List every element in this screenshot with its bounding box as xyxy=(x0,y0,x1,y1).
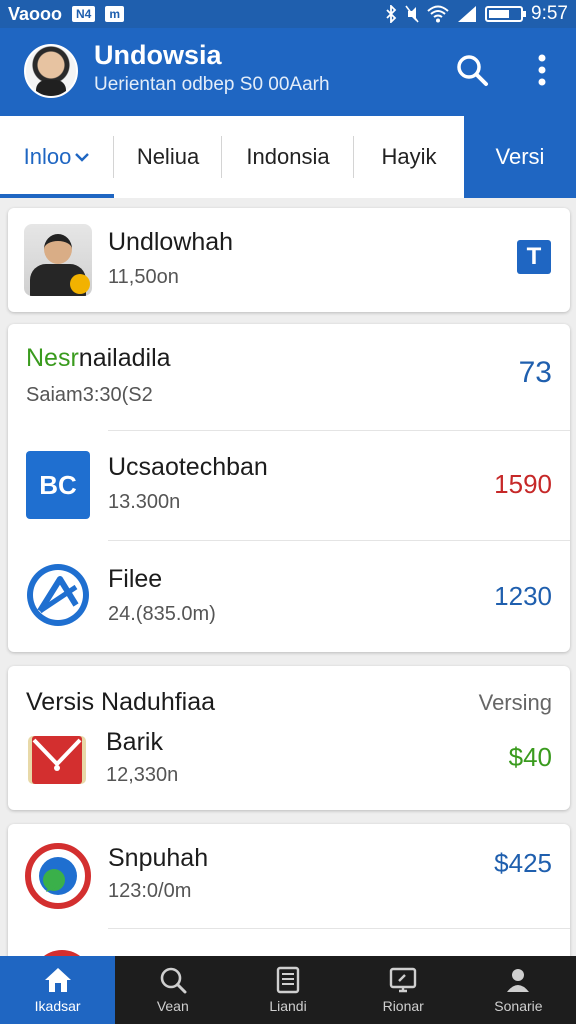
group-title-rest: nailadila xyxy=(78,344,171,372)
tab-label: Neliua xyxy=(136,144,200,169)
profile-card[interactable]: Undlowhah 11,50on T xyxy=(8,208,570,312)
divider xyxy=(108,928,570,929)
group-card-1: Nesrnailadila Saiam3:30(S2 73 BC Ucsaote… xyxy=(8,324,570,652)
group-title: Nesrnailadila xyxy=(26,344,171,373)
signal-icon xyxy=(458,6,477,22)
nav-label: Liandi xyxy=(269,998,307,1014)
document-icon xyxy=(276,966,300,994)
more-options-button[interactable] xyxy=(522,50,562,90)
text-badge-button[interactable]: T xyxy=(517,240,551,274)
nav-label: Sonarie xyxy=(494,998,543,1014)
status-chip: N4 xyxy=(72,6,96,22)
tab-label: Versi xyxy=(495,144,545,169)
file-transfer-icon xyxy=(27,564,89,626)
account-icon xyxy=(507,969,530,992)
nav-item-home[interactable]: Ikadsar xyxy=(0,956,116,1024)
nav-label: Rionar xyxy=(382,998,424,1014)
document-app-icon: BC xyxy=(26,451,90,519)
more-vert-icon xyxy=(538,54,546,86)
nav-item-screen[interactable]: Rionar xyxy=(346,956,461,1024)
tab-label: Hayik xyxy=(381,144,437,169)
battery-level xyxy=(489,10,509,18)
group-value: 73 xyxy=(518,356,552,389)
page-title: Undowsia xyxy=(94,40,222,70)
tab-bar: Inloo Neliua Indonsia Hayik Versi xyxy=(0,116,576,198)
nav-item-search[interactable]: Vean xyxy=(115,956,230,1024)
tab-neliua[interactable]: Neliua xyxy=(114,116,222,198)
search-icon xyxy=(457,55,488,86)
list-item[interactable]: Filee 24.(835.0m) 1230 xyxy=(8,541,570,651)
item-subtitle: 12,330n xyxy=(106,764,179,786)
chevron-down-icon xyxy=(75,153,90,162)
status-bar: Vaooo N4 m 9:57 xyxy=(0,0,576,28)
item-title: Barik xyxy=(106,728,163,756)
bottom-nav: Ikadsar Vean Liandi Rionar Sonarie xyxy=(0,956,576,1024)
item-subtitle: 24.(835.0m) xyxy=(108,603,216,625)
app-bar: Undowsia Uerientan odbep S0 00Aarh xyxy=(0,28,576,116)
item-title: Ucsaotechban xyxy=(108,453,268,481)
status-time: 9:57 xyxy=(531,3,568,24)
item-amount: $425 xyxy=(494,848,552,878)
nav-item-account[interactable]: Sonarie xyxy=(461,956,576,1024)
home-icon xyxy=(44,968,71,992)
group-right-label: Versing xyxy=(478,690,552,715)
group-subtitle: Saiam3:30(S2 xyxy=(26,384,153,406)
list-item[interactable]: BC Ucsaotechban 13.300n 1590 xyxy=(8,431,570,539)
nav-item-documents[interactable]: Liandi xyxy=(230,956,345,1024)
item-title: Filee xyxy=(108,565,163,593)
chat-app-icon xyxy=(25,843,91,909)
tab-label: Inloo xyxy=(23,144,72,169)
item-subtitle: 123:0/0m xyxy=(108,880,192,902)
item-subtitle: 13.300n xyxy=(108,491,181,513)
tab-hayik[interactable]: Hayik xyxy=(354,116,464,198)
group-title-text: Naduhfiaa xyxy=(101,688,216,716)
search-icon xyxy=(160,967,187,994)
avatar[interactable] xyxy=(24,44,78,98)
item-title: Undlowhah xyxy=(108,228,234,256)
badge-letter: T xyxy=(526,243,542,270)
item-amount: 1590 xyxy=(494,469,552,499)
group-left-label: Versis xyxy=(26,688,95,716)
nav-label: Ikadsar xyxy=(34,998,81,1014)
item-subtitle: 11,50on xyxy=(108,266,179,288)
battery-icon xyxy=(485,6,527,22)
carrier-mark: m xyxy=(105,6,125,22)
mute-icon xyxy=(405,5,419,23)
item-title: Snpuhah xyxy=(108,844,209,872)
mail-app-icon xyxy=(28,736,86,784)
group-header[interactable]: Nesrnailadila Saiam3:30(S2 73 xyxy=(8,324,570,430)
tab-versi[interactable]: Versi xyxy=(464,116,576,198)
status-app-label: Vaooo xyxy=(8,3,63,24)
nav-label: Vean xyxy=(156,998,189,1014)
group-title: Versis Naduhfiaa xyxy=(26,688,215,717)
page-subtitle: Uerientan odbep S0 00Aarh xyxy=(94,74,330,95)
tab-indonsia[interactable]: Indonsia xyxy=(222,116,354,198)
wifi-icon xyxy=(427,5,449,23)
screen-icon xyxy=(390,967,417,993)
search-button[interactable] xyxy=(452,50,492,90)
group-card-2[interactable]: Versis Naduhfiaa Versing Barik 12,330n $… xyxy=(8,666,570,810)
tab-label: Indonsia xyxy=(246,144,330,169)
tab-inloo[interactable]: Inloo xyxy=(0,116,114,198)
list-item[interactable]: Snpuhah 123:0/0m $425 xyxy=(8,824,570,928)
bluetooth-icon xyxy=(386,5,397,23)
group-title-green: Nesr xyxy=(26,344,79,372)
icon-text: BC xyxy=(39,469,77,500)
profile-photo xyxy=(24,224,92,296)
item-amount: 1230 xyxy=(494,581,552,611)
item-amount: $40 xyxy=(508,742,552,772)
